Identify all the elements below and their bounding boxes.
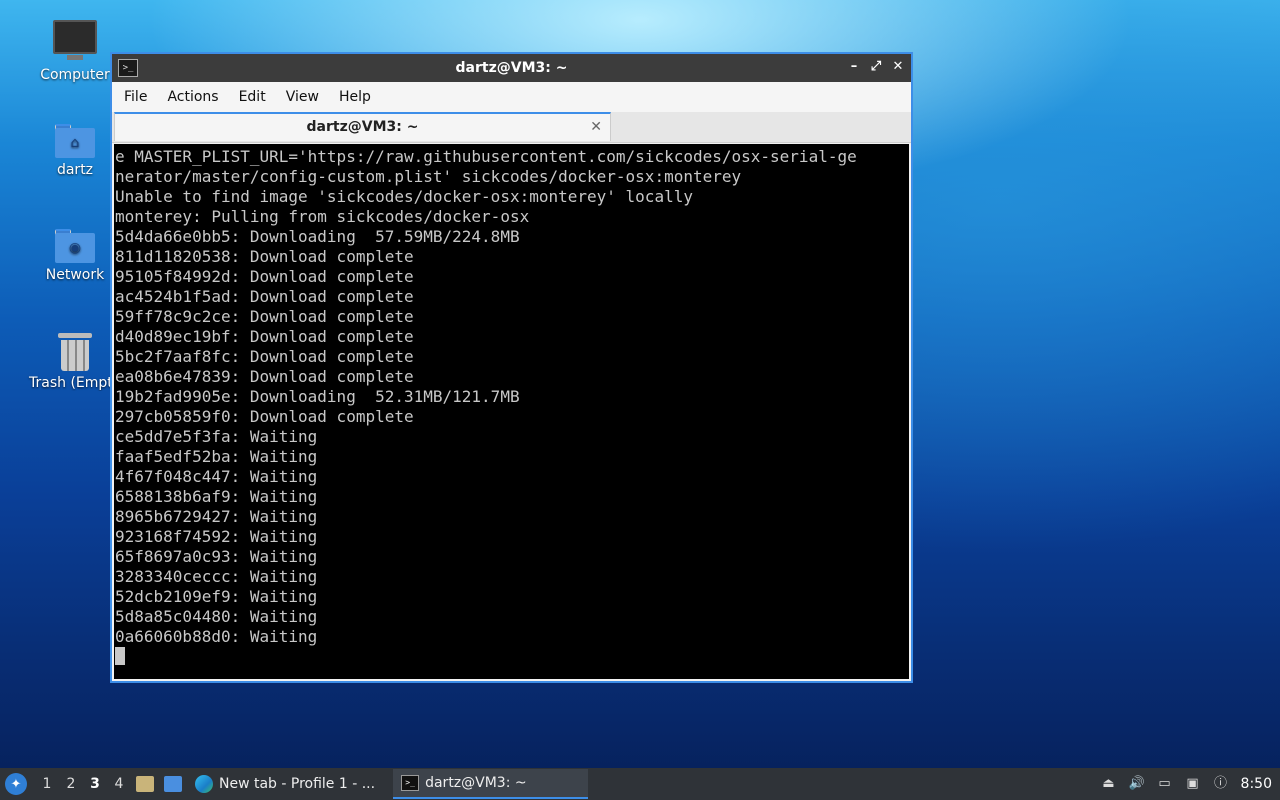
- taskbar-item-browser[interactable]: New tab - Profile 1 - ...: [187, 769, 383, 799]
- workspace-2[interactable]: 2: [59, 776, 83, 792]
- terminal-line: ea08b6e47839: Download complete: [115, 367, 414, 386]
- workspace-4[interactable]: 4: [107, 776, 131, 792]
- start-menu-icon[interactable]: ✦: [5, 773, 27, 795]
- terminal-cursor: [115, 647, 125, 665]
- window-controls: – ⤢ ✕: [845, 58, 907, 76]
- menu-help[interactable]: Help: [329, 89, 381, 105]
- terminal-line: 0a66060b88d0: Waiting: [115, 627, 318, 646]
- terminal-line: 4f67f048c447: Waiting: [115, 467, 318, 486]
- terminal-icon: >_: [401, 775, 420, 791]
- computer-icon: [53, 20, 97, 60]
- close-button[interactable]: ✕: [889, 58, 907, 76]
- terminal-line: d40d89ec19bf: Download complete: [115, 327, 414, 346]
- menu-view[interactable]: View: [276, 89, 329, 105]
- terminal-line: Unable to find image 'sickcodes/docker-o…: [115, 187, 693, 206]
- notification-icon[interactable]: ⓘ: [1213, 776, 1229, 792]
- workspace-1[interactable]: 1: [35, 776, 59, 792]
- terminal-line: 8965b6729427: Waiting: [115, 507, 318, 526]
- taskbar-item-terminal[interactable]: >_ dartz@VM3: ~: [393, 769, 589, 799]
- terminal-line: faaf5edf52ba: Waiting: [115, 447, 318, 466]
- file-manager-icon[interactable]: [136, 776, 154, 792]
- menu-bar: File Actions Edit View Help: [112, 82, 911, 112]
- terminal-line: monterey: Pulling from sickcodes/docker-…: [115, 207, 530, 226]
- terminal-line: 297cb05859f0: Download complete: [115, 407, 414, 426]
- terminal-line: 19b2fad9905e: Downloading 52.31MB/121.7M…: [115, 387, 520, 406]
- terminal-line: 59ff78c9c2ce: Download complete: [115, 307, 414, 326]
- terminal-app-icon[interactable]: >_: [118, 59, 138, 77]
- terminal-line: ac4524b1f5ad: Download complete: [115, 287, 414, 306]
- terminal-line: e MASTER_PLIST_URL='https://raw.githubus…: [115, 147, 857, 166]
- edge-icon: [195, 775, 213, 793]
- terminal-line: ce5dd7e5f3fa: Waiting: [115, 427, 318, 446]
- terminal-line: 52dcb2109ef9: Waiting: [115, 587, 318, 606]
- terminal-output[interactable]: e MASTER_PLIST_URL='https://raw.githubus…: [114, 144, 909, 679]
- terminal-line: 65f8697a0c93: Waiting: [115, 547, 318, 566]
- tab-close-icon[interactable]: ✕: [590, 114, 602, 141]
- network-icon[interactable]: ▣: [1185, 776, 1201, 792]
- terminal-line: 5bc2f7aaf8fc: Download complete: [115, 347, 414, 366]
- terminal-line: 811d11820538: Download complete: [115, 247, 414, 266]
- trash-icon: [58, 333, 92, 371]
- terminal-tab[interactable]: dartz@VM3: ~ ✕: [114, 112, 611, 141]
- window-title: dartz@VM3: ~: [455, 60, 568, 76]
- terminal-window: >_ dartz@VM3: ~ – ⤢ ✕ File Actions Edit …: [110, 52, 913, 683]
- terminal-line: 3283340ceccc: Waiting: [115, 567, 318, 586]
- system-tray: ⏏ 🔊 ▭ ▣ ⓘ 8:50: [1101, 776, 1280, 792]
- terminal-line: 5d4da66e0bb5: Downloading 57.59MB/224.8M…: [115, 227, 520, 246]
- terminal-text: e MASTER_PLIST_URL='https://raw.githubus…: [114, 144, 909, 667]
- taskbar-item-label: New tab - Profile 1 - ...: [219, 776, 376, 792]
- tab-label: dartz@VM3: ~: [306, 119, 419, 135]
- workspace-3[interactable]: 3: [83, 776, 107, 792]
- home-folder-icon: ⌂: [55, 124, 95, 158]
- terminal-line: 95105f84992d: Download complete: [115, 267, 414, 286]
- menu-file[interactable]: File: [114, 89, 157, 105]
- taskbar: ✦ 1 2 3 4 New tab - Profile 1 - ... >_ d…: [0, 768, 1280, 800]
- window-titlebar[interactable]: >_ dartz@VM3: ~ – ⤢ ✕: [112, 54, 911, 82]
- terminal-line: 5d8a85c04480: Waiting: [115, 607, 318, 626]
- maximize-button[interactable]: ⤢: [867, 58, 885, 76]
- minimize-button[interactable]: –: [845, 58, 863, 76]
- volume-icon[interactable]: 🔊: [1129, 776, 1145, 792]
- network-folder-icon: ◉: [55, 229, 95, 263]
- menu-actions[interactable]: Actions: [157, 89, 228, 105]
- terminal-line: nerator/master/config-custom.plist' sick…: [115, 167, 742, 186]
- show-desktop-icon[interactable]: [164, 776, 182, 792]
- tab-bar: dartz@VM3: ~ ✕: [112, 112, 911, 143]
- eject-icon[interactable]: ⏏: [1101, 776, 1117, 792]
- clipboard-icon[interactable]: ▭: [1157, 776, 1173, 792]
- taskbar-item-label: dartz@VM3: ~: [425, 775, 527, 791]
- clock[interactable]: 8:50: [1241, 776, 1272, 792]
- terminal-line: 923168f74592: Waiting: [115, 527, 318, 546]
- terminal-line: 6588138b6af9: Waiting: [115, 487, 318, 506]
- menu-edit[interactable]: Edit: [229, 89, 276, 105]
